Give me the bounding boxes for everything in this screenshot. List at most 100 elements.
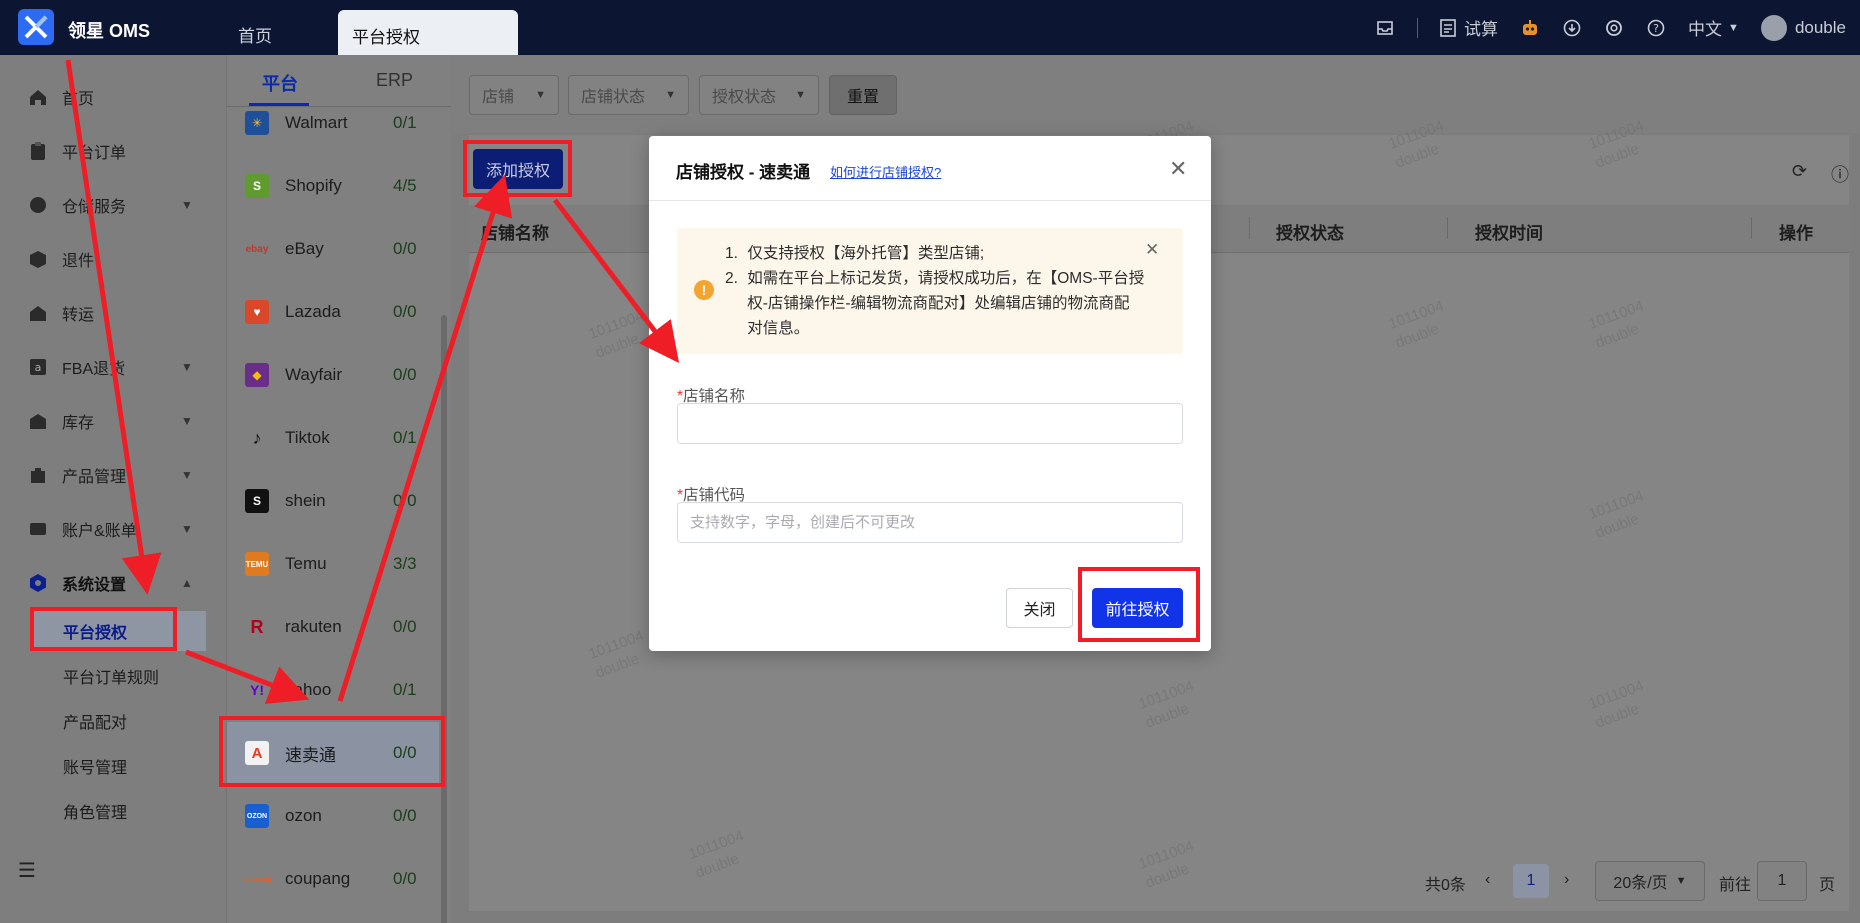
sidebar-item-platform-orders[interactable]: 平台订单: [0, 131, 226, 171]
help-icon[interactable]: ⓘ: [1831, 161, 1849, 187]
platform-item-temu[interactable]: TEMU Temu 3/3: [227, 533, 439, 595]
annotation-highlight-add-button: [463, 140, 572, 197]
col-actions: 操作: [1779, 224, 1813, 243]
goto-page-input[interactable]: 1: [1757, 861, 1807, 901]
sidebar-sub-product-pairing[interactable]: 产品配对: [30, 701, 206, 741]
sidebar-item-transfer[interactable]: 转运: [0, 293, 226, 333]
platform-name: Lazada: [285, 302, 341, 321]
sidebar-item-system-settings[interactable]: 系统设置 ▲: [0, 563, 226, 603]
auth-status-select[interactable]: 授权状态 ▼: [699, 75, 819, 115]
sidebar-item-inventory[interactable]: 库存 ▼: [0, 401, 226, 441]
svg-text:a: a: [35, 361, 42, 374]
top-bar: 领星 OMS 首页 平台授权 试算 ? 中文 ▼ double: [0, 0, 1860, 55]
platform-name: coupang: [285, 869, 351, 888]
platform-item-yahoo[interactable]: Y! yahoo 0/1: [227, 659, 439, 721]
sidebar-item-products[interactable]: 产品管理 ▼: [0, 455, 226, 495]
language-select[interactable]: 中文 ▼: [1688, 15, 1739, 40]
temu-icon: TEMU: [245, 552, 269, 576]
platform-item-shein[interactable]: S shein 0/0: [227, 470, 439, 532]
close-button[interactable]: 关闭: [1006, 588, 1073, 628]
inbox-icon[interactable]: [1375, 18, 1395, 38]
page-size-select[interactable]: 20条/页 ▼: [1595, 861, 1705, 901]
app-logo[interactable]: [18, 9, 54, 45]
platform-item-ozon[interactable]: OZON ozon 0/0: [227, 785, 439, 847]
chevron-down-icon: ▼: [181, 414, 193, 428]
store-name-input[interactable]: [677, 403, 1183, 444]
platform-count: 0/1: [393, 680, 417, 699]
store-code-input[interactable]: [677, 502, 1183, 543]
next-page-icon[interactable]: ›: [1564, 871, 1569, 889]
warehouse-icon: [28, 195, 48, 215]
tab-erp[interactable]: ERP: [376, 70, 413, 91]
sidebar-item-warehouse[interactable]: 仓储服务 ▼: [0, 185, 226, 225]
close-icon[interactable]: ✕: [1145, 240, 1159, 260]
reset-button[interactable]: 重置: [829, 75, 897, 115]
store-select[interactable]: 店铺 ▼: [469, 75, 559, 115]
platform-count: 0/0: [393, 869, 417, 888]
store-status-placeholder: 店铺状态: [581, 89, 646, 106]
yahoo-icon: Y!: [250, 682, 264, 698]
page-number-current[interactable]: 1: [1513, 864, 1549, 898]
platform-item-walmart[interactable]: ✳ Walmart 0/1: [227, 92, 439, 154]
platform-item-ebay[interactable]: ebay eBay 0/0: [227, 218, 439, 280]
tab-home[interactable]: 首页: [238, 22, 272, 47]
notice-item: 仅支持授权【海外托管】类型店铺;: [747, 245, 985, 262]
sidebar-item-label: FBA退货: [62, 361, 126, 378]
platform-item-rakuten[interactable]: R rakuten 0/0: [227, 596, 439, 658]
user-menu[interactable]: double: [1760, 14, 1846, 41]
notice-alert: ! 1. 仅支持授权【海外托管】类型店铺; 2. 如需在平台上标记发货，请授权成…: [677, 228, 1183, 354]
close-icon[interactable]: ✕: [1169, 156, 1187, 182]
sidebar-item-returns[interactable]: 退件: [0, 239, 226, 279]
platform-name: Walmart: [285, 113, 348, 132]
ozon-icon: OZON: [245, 804, 269, 828]
sidebar-item-label: 产品管理: [62, 469, 127, 486]
platform-item-lazada[interactable]: ♥ Lazada 0/0: [227, 281, 439, 343]
chevron-up-icon: ▲: [181, 576, 193, 590]
notice-line-1: 1. 仅支持授权【海外托管】类型店铺;: [725, 241, 1145, 266]
help-link[interactable]: 如何进行店铺授权?: [830, 162, 941, 181]
platform-name: ozon: [285, 806, 322, 825]
product-icon: [28, 465, 48, 485]
annotation-highlight-sidebar: [30, 607, 177, 651]
refresh-icon[interactable]: ⟳: [1792, 161, 1807, 182]
robot-icon[interactable]: [1520, 18, 1540, 38]
platform-list-scrollbar[interactable]: [441, 315, 447, 923]
chevron-down-icon: ▼: [795, 89, 806, 101]
trial-button[interactable]: 试算: [1440, 15, 1498, 40]
store-status-select[interactable]: 店铺状态 ▼: [568, 75, 689, 115]
tiktok-icon: ♪: [252, 427, 262, 448]
walmart-icon: ✳: [245, 111, 269, 135]
help-icon[interactable]: ?: [1646, 18, 1666, 38]
notice-text: 1. 仅支持授权【海外托管】类型店铺; 2. 如需在平台上标记发货，请授权成功后…: [725, 241, 1145, 341]
amazon-icon: a: [28, 357, 48, 377]
lazada-icon: ♥: [245, 300, 269, 324]
goto-label: 前往: [1719, 877, 1752, 894]
sidebar-sub-role-management[interactable]: 角色管理: [30, 791, 206, 831]
settings-icon[interactable]: [1604, 18, 1624, 38]
chevron-down-icon: ▼: [535, 89, 546, 101]
notice-number: 1.: [725, 245, 738, 262]
sidebar-item-billing[interactable]: 账户&账单 ▼: [0, 509, 226, 549]
tab-platform-auth[interactable]: 平台授权: [338, 10, 518, 55]
platform-count: 0/1: [393, 113, 417, 132]
download-icon[interactable]: [1562, 18, 1582, 38]
sidebar-sub-order-rules[interactable]: 平台订单规则: [30, 656, 206, 696]
sidebar-sub-account-management[interactable]: 账号管理: [30, 746, 206, 786]
prev-page-icon[interactable]: ‹: [1485, 871, 1490, 889]
chevron-down-icon: ▼: [181, 468, 193, 482]
platform-count: 3/3: [393, 554, 417, 573]
calculator-icon: [1440, 18, 1456, 37]
sidebar-item-home[interactable]: 首页: [0, 77, 226, 117]
page-suffix: 页: [1819, 877, 1836, 894]
platform-item-tiktok[interactable]: ♪ Tiktok 0/1: [227, 407, 439, 469]
sidebar-item-fba-returns[interactable]: a FBA退货 ▼: [0, 347, 226, 387]
sidebar: 首页 平台订单 仓储服务 ▼ 退件 转运 a FBA退货 ▼ 库存 ▼ 产品管理…: [0, 55, 226, 923]
collapse-menu-icon[interactable]: ☰: [18, 858, 36, 883]
platform-item-shopify[interactable]: S Shopify 4/5: [227, 155, 439, 217]
annotation-highlight-authorize: [1078, 567, 1200, 642]
settings-hex-icon: [28, 573, 48, 593]
platform-item-coupang[interactable]: coupang coupang 0/0: [227, 848, 439, 910]
rakuten-icon: R: [250, 616, 264, 637]
platform-item-wayfair[interactable]: ◆ Wayfair 0/0: [227, 344, 439, 406]
warning-icon: !: [694, 280, 714, 300]
